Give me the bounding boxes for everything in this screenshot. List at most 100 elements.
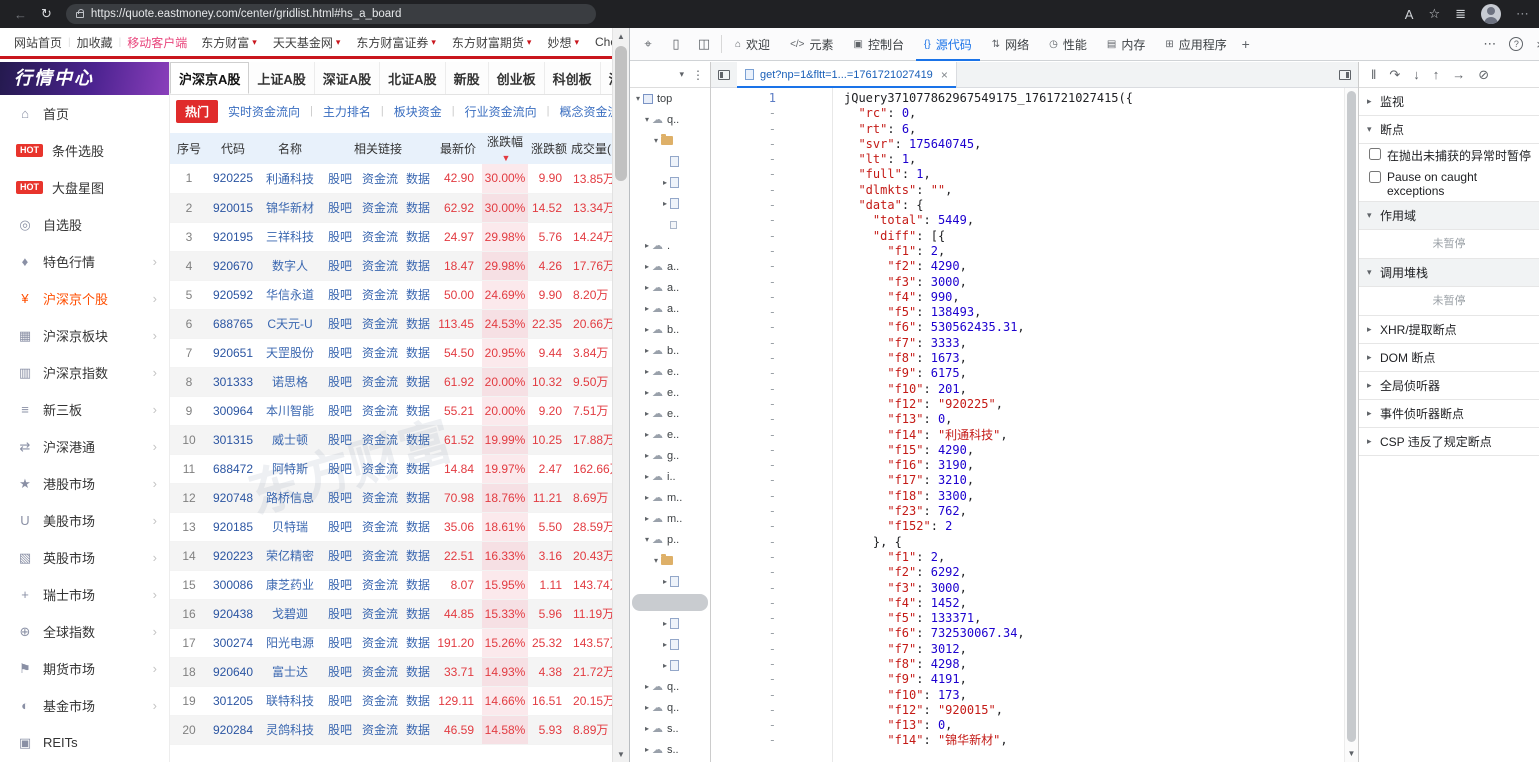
- fund-flow-link[interactable]: 资金流: [358, 657, 402, 686]
- triangle-collapsed-icon[interactable]: ▸: [642, 430, 652, 439]
- data-link[interactable]: 数据: [402, 425, 434, 454]
- triangle-collapsed-icon[interactable]: ▸: [642, 346, 652, 355]
- column-header-price[interactable]: 最新价: [434, 133, 483, 164]
- stock-name-link[interactable]: 阳光电源: [258, 628, 322, 657]
- data-link[interactable]: 数据: [402, 570, 434, 599]
- fund-flow-link[interactable]: 资金流: [358, 454, 402, 483]
- section-header-watch[interactable]: ▸ 监视: [1359, 88, 1539, 116]
- tree-item-[interactable]: ▸ ☁.: [630, 235, 710, 256]
- data-link[interactable]: 数据: [402, 193, 434, 222]
- sidebar-item-reits[interactable]: ▣ REITs: [0, 724, 169, 761]
- subnav-link[interactable]: 板块资金: [394, 103, 442, 120]
- triangle-collapsed-icon[interactable]: ▸: [642, 409, 652, 418]
- tree-item[interactable]: ▸: [630, 172, 710, 193]
- triangle-collapsed-icon[interactable]: ▸: [642, 388, 652, 397]
- triangle-collapsed-icon[interactable]: ▸: [642, 472, 652, 481]
- column-header-links[interactable]: 相关链接: [322, 133, 435, 164]
- triangle-collapsed-icon[interactable]: ▸: [660, 199, 670, 208]
- tree-item[interactable]: ▸: [630, 571, 710, 592]
- devtools-tab-performance[interactable]: ◷ 性能: [1041, 28, 1095, 61]
- stock-code-link[interactable]: 920748: [208, 483, 258, 512]
- editor-file-tab[interactable]: get?np=1&fltt=1...=1761721027419 ×: [737, 61, 957, 88]
- editor-scrollbar-thumb[interactable]: [1347, 91, 1356, 742]
- deactivate-breakpoints-icon[interactable]: ⊘: [1478, 67, 1489, 83]
- site-nav-dropdown[interactable]: 天天基金网 ▾: [273, 34, 341, 51]
- triangle-collapsed-icon[interactable]: ▸: [642, 241, 652, 250]
- fund-flow-link[interactable]: 资金流: [358, 280, 402, 309]
- section-header-csp-breakpoints[interactable]: ▸ CSP 违反了规定断点: [1359, 428, 1539, 456]
- guba-link[interactable]: 股吧: [322, 483, 358, 512]
- guba-link[interactable]: 股吧: [322, 396, 358, 425]
- tree-item[interactable]: [630, 214, 710, 235]
- editor-scrollbar[interactable]: ▼: [1344, 88, 1358, 762]
- fund-flow-link[interactable]: 资金流: [358, 686, 402, 715]
- page-scrollbar[interactable]: ▲ ▼: [612, 28, 629, 762]
- site-nav-dropdown[interactable]: 东方财富证券 ▾: [356, 34, 436, 51]
- site-nav-dropdown[interactable]: 妙想 ▾: [547, 34, 579, 51]
- address-bar[interactable]: https://quote.eastmoney.com/center/gridl…: [65, 4, 596, 24]
- stock-code-link[interactable]: 300964: [208, 396, 258, 425]
- sidebar-item-featured-quotes[interactable]: ♦ 特色行情 ›: [0, 243, 169, 280]
- triangle-collapsed-icon[interactable]: ▸: [642, 451, 652, 460]
- stock-code-link[interactable]: 920592: [208, 280, 258, 309]
- market-tab[interactable]: 北证A股: [380, 62, 446, 94]
- stock-name-link[interactable]: 诺思格: [258, 367, 322, 396]
- guba-link[interactable]: 股吧: [322, 599, 358, 628]
- data-link[interactable]: 数据: [402, 454, 434, 483]
- triangle-collapsed-icon[interactable]: ▸: [642, 514, 652, 523]
- devtools-tab-welcome[interactable]: ⌂ 欢迎: [727, 28, 778, 61]
- data-link[interactable]: 数据: [402, 367, 434, 396]
- column-header-amt[interactable]: 涨跌额: [528, 133, 571, 164]
- sidebar-item-uk-market[interactable]: ▧ 英股市场 ›: [0, 539, 169, 576]
- guba-link[interactable]: 股吧: [322, 164, 358, 193]
- triangle-expanded-icon[interactable]: ▾: [633, 94, 643, 103]
- stock-code-link[interactable]: 688472: [208, 454, 258, 483]
- guba-link[interactable]: 股吧: [322, 541, 358, 570]
- stock-name-link[interactable]: 阿特斯: [258, 454, 322, 483]
- tree-item-p[interactable]: ▾ ☁ p..: [630, 529, 710, 550]
- fund-flow-link[interactable]: 资金流: [358, 512, 402, 541]
- kebab-menu-icon[interactable]: ⋮: [692, 68, 704, 82]
- triangle-collapsed-icon[interactable]: ▸: [642, 745, 652, 754]
- stock-name-link[interactable]: 锦华新材: [258, 193, 322, 222]
- stock-name-link[interactable]: C天元-U: [258, 309, 322, 338]
- triangle-collapsed-icon[interactable]: ▸: [642, 682, 652, 691]
- fund-flow-link[interactable]: 资金流: [358, 222, 402, 251]
- devtools-tab-console[interactable]: ▣ 控制台: [846, 28, 912, 61]
- data-link[interactable]: 数据: [402, 541, 434, 570]
- browser-menu-icon[interactable]: ⋯: [1516, 6, 1529, 22]
- stock-name-link[interactable]: 天罡股份: [258, 338, 322, 367]
- tree-item-a[interactable]: ▸ ☁ a..: [630, 277, 710, 298]
- guba-link[interactable]: 股吧: [322, 309, 358, 338]
- section-header-xhr-breakpoints[interactable]: ▸ XHR/提取断点: [1359, 316, 1539, 344]
- triangle-collapsed-icon[interactable]: ▸: [642, 283, 652, 292]
- triangle-collapsed-icon[interactable]: ▸: [660, 577, 670, 586]
- fund-flow-link[interactable]: 资金流: [358, 599, 402, 628]
- fund-flow-link[interactable]: 资金流: [358, 425, 402, 454]
- site-nav-dropdown[interactable]: 东方财富期货 ▾: [452, 34, 532, 51]
- market-tab[interactable]: 上证A股: [249, 62, 315, 94]
- tree-item-q[interactable]: ▸ ☁ q..: [630, 697, 710, 718]
- tree-item[interactable]: ▸: [630, 634, 710, 655]
- stock-code-link[interactable]: 920195: [208, 222, 258, 251]
- sidebar-item-neeq[interactable]: ≡ 新三板 ›: [0, 391, 169, 428]
- data-link[interactable]: 数据: [402, 309, 434, 338]
- fund-flow-link[interactable]: 资金流: [358, 570, 402, 599]
- breakpoint-option[interactable]: Pause on caught exceptions: [1359, 167, 1539, 201]
- sidebar-item-market-star-map[interactable]: HOT 大盘星图: [0, 169, 169, 206]
- triangle-collapsed-icon[interactable]: ▸: [642, 304, 652, 313]
- more-options-icon[interactable]: ⋯: [1483, 36, 1496, 52]
- column-header-vol[interactable]: 成交量(: [570, 133, 612, 164]
- help-icon[interactable]: ?: [1509, 37, 1524, 51]
- tree-item-top[interactable]: ▾ top: [630, 88, 710, 109]
- tree-item-q[interactable]: ▾ ☁ q..: [630, 109, 710, 130]
- tree-item-q[interactable]: ▸ ☁ q..: [630, 676, 710, 697]
- site-nav-link[interactable]: 移动客户端: [127, 34, 187, 51]
- step-icon[interactable]: →: [1452, 67, 1465, 82]
- stock-code-link[interactable]: 920284: [208, 715, 258, 744]
- sidebar-item-hk-market[interactable]: ★ 港股市场 ›: [0, 465, 169, 502]
- code-viewer[interactable]: 1 jQuery371077862967549175_1761721027415(…: [711, 88, 1358, 762]
- fund-flow-link[interactable]: 资金流: [358, 715, 402, 744]
- site-nav-link[interactable]: 加收藏: [77, 34, 113, 51]
- data-link[interactable]: 数据: [402, 483, 434, 512]
